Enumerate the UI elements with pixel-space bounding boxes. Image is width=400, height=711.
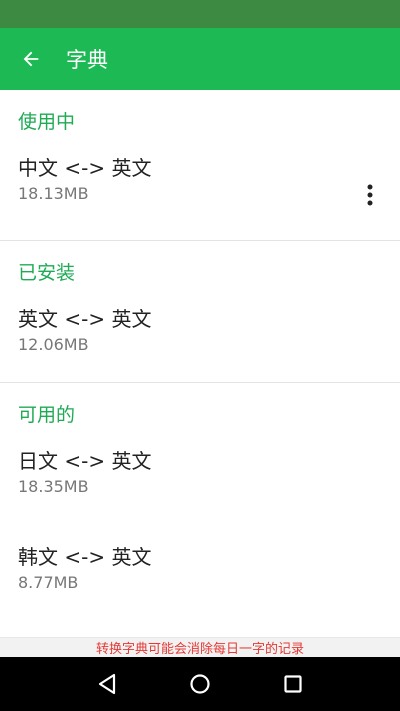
nav-back-button[interactable] bbox=[87, 664, 127, 704]
arrow-left-icon bbox=[23, 51, 39, 67]
notice-banner: 转换字典可能会消除每日一字的记录 bbox=[0, 637, 400, 657]
section-in-use: 使用中 中文 <-> 英文 18.13MB bbox=[0, 90, 400, 240]
dictionary-size: 18.35MB bbox=[18, 477, 89, 496]
section-header-in-use: 使用中 bbox=[18, 110, 76, 133]
circle-home-icon bbox=[190, 674, 210, 694]
section-available: 可用的 日文 <-> 英文 18.35MB 韩文 <-> 英文 8.77MB bbox=[0, 383, 400, 635]
triangle-back-icon bbox=[98, 673, 115, 695]
section-installed: 已安装 英文 <-> 英文 12.06MB bbox=[0, 241, 400, 382]
list-item[interactable]: 英文 <-> 英文 12.06MB bbox=[0, 301, 400, 382]
dictionary-size: 8.77MB bbox=[18, 573, 79, 592]
section-header-installed: 已安装 bbox=[18, 261, 76, 284]
more-vert-icon bbox=[367, 184, 373, 206]
dictionary-name: 日文 <-> 英文 bbox=[18, 449, 152, 473]
page-title: 字典 bbox=[66, 48, 108, 72]
screen: 字典 使用中 中文 <-> 英文 18.13MB 已安装 英文 <-> 英文 1… bbox=[0, 0, 400, 711]
dictionary-name: 韩文 <-> 英文 bbox=[18, 545, 152, 569]
dictionary-size: 18.13MB bbox=[18, 184, 89, 203]
app-bar: 字典 bbox=[0, 28, 400, 90]
section-header-available: 可用的 bbox=[18, 403, 76, 426]
system-nav-bar bbox=[0, 657, 400, 711]
list-item[interactable]: 日文 <-> 英文 18.35MB bbox=[0, 443, 400, 539]
list-item[interactable]: 韩文 <-> 英文 8.77MB bbox=[0, 539, 400, 635]
dictionary-size: 12.06MB bbox=[18, 335, 89, 354]
list-item[interactable]: 中文 <-> 英文 18.13MB bbox=[0, 150, 400, 240]
square-recents-icon bbox=[284, 675, 302, 693]
back-button[interactable] bbox=[0, 28, 62, 90]
dictionary-list: 使用中 中文 <-> 英文 18.13MB 已安装 英文 <-> 英文 12.0… bbox=[0, 90, 400, 635]
status-bar bbox=[0, 0, 400, 28]
dictionary-name: 英文 <-> 英文 bbox=[18, 307, 152, 331]
nav-home-button[interactable] bbox=[180, 664, 220, 704]
nav-recents-button[interactable] bbox=[273, 664, 313, 704]
dictionary-name: 中文 <-> 英文 bbox=[18, 156, 152, 180]
more-options-button[interactable] bbox=[358, 177, 382, 213]
